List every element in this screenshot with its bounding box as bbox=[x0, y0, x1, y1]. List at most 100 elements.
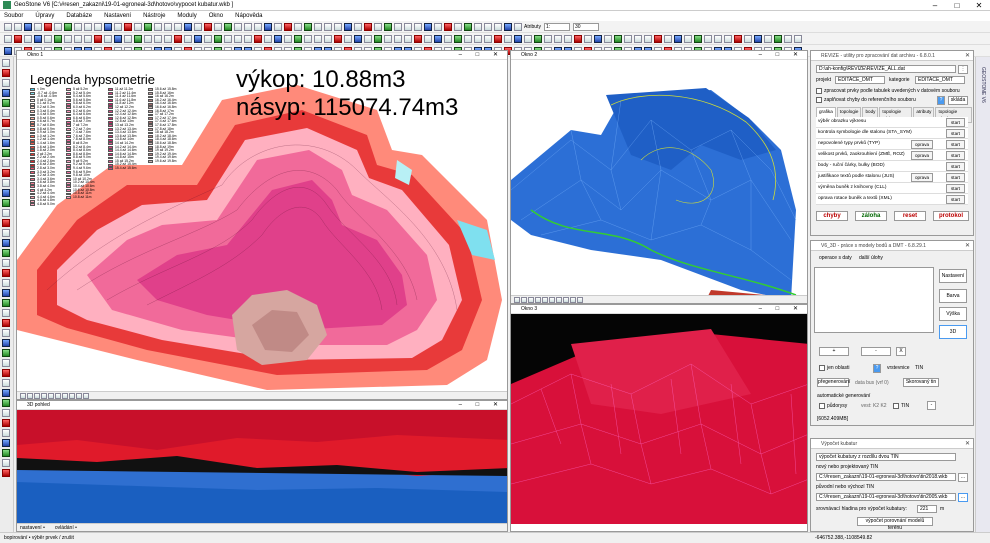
view-nav-icon[interactable] bbox=[549, 297, 555, 303]
view-nav-icon[interactable] bbox=[55, 393, 61, 399]
toolbar-tool-icon[interactable] bbox=[44, 23, 52, 31]
toolbar-tool-icon[interactable] bbox=[134, 23, 142, 31]
side-tool-icon[interactable] bbox=[2, 299, 10, 307]
toolbar-tool-icon[interactable] bbox=[24, 35, 32, 43]
toolbar-tool-icon[interactable] bbox=[4, 23, 12, 31]
view-nav-icon[interactable] bbox=[514, 297, 520, 303]
view-nav-icon[interactable] bbox=[69, 393, 75, 399]
toolbar-tool-icon[interactable] bbox=[434, 35, 442, 43]
toolbar-tool-icon[interactable] bbox=[154, 35, 162, 43]
option-1-checkbox[interactable] bbox=[816, 88, 822, 94]
toolbar-tool-icon[interactable] bbox=[504, 35, 512, 43]
side-tool-icon[interactable] bbox=[2, 149, 10, 157]
toolbar-tool-icon[interactable] bbox=[324, 35, 332, 43]
side-tool-icon[interactable] bbox=[2, 129, 10, 137]
toolbar-tool-icon[interactable] bbox=[14, 23, 22, 31]
toolbar-tool-icon[interactable] bbox=[354, 35, 362, 43]
jen-oblasti-checkbox[interactable] bbox=[819, 365, 825, 371]
old-tin-browse-button[interactable]: ... bbox=[958, 493, 968, 502]
toolbar-tool-icon[interactable] bbox=[484, 23, 492, 31]
toolbar-tool-icon[interactable] bbox=[514, 35, 522, 43]
side-tool-icon[interactable] bbox=[2, 469, 10, 477]
toolbar-tool-icon[interactable] bbox=[474, 23, 482, 31]
tab-dalsi-ulohy[interactable]: další úlohy bbox=[859, 255, 883, 261]
view-nav-icon[interactable] bbox=[20, 393, 26, 399]
toolbar-tool-icon[interactable] bbox=[794, 35, 802, 43]
toolbar-tool-icon[interactable] bbox=[304, 35, 312, 43]
side-tool-icon[interactable] bbox=[2, 69, 10, 77]
toolbar-tool-icon[interactable] bbox=[394, 23, 402, 31]
toolbar-tool-icon[interactable] bbox=[644, 35, 652, 43]
toolbar-tool-icon[interactable] bbox=[144, 23, 152, 31]
toolbar-tool-icon[interactable] bbox=[194, 23, 202, 31]
reset-button[interactable]: reset bbox=[894, 211, 926, 221]
toolbar-tool-icon[interactable] bbox=[594, 35, 602, 43]
revize-oprava-button[interactable]: oprava bbox=[911, 173, 933, 182]
view-nav-icon[interactable] bbox=[34, 393, 40, 399]
toolbar-tool-icon[interactable] bbox=[4, 35, 12, 43]
revize-start-button[interactable]: start bbox=[946, 195, 965, 204]
toolbar-tool-icon[interactable] bbox=[374, 23, 382, 31]
side-tool-icon[interactable] bbox=[2, 279, 10, 287]
toolbar-tool-icon[interactable] bbox=[364, 35, 372, 43]
toolbar-tool-icon[interactable] bbox=[414, 35, 422, 43]
old-tin-path[interactable]: C:\#resen_zakazni\19-01-egroneal-3d\hoto… bbox=[816, 493, 956, 501]
toolbar-tool-icon[interactable] bbox=[174, 35, 182, 43]
revize-start-button[interactable]: start bbox=[946, 184, 965, 193]
side-tool-icon[interactable] bbox=[2, 249, 10, 257]
menu-upravy[interactable]: Úpravy bbox=[35, 11, 54, 21]
revize-start-button[interactable]: start bbox=[946, 173, 965, 182]
new-tin-browse-button[interactable]: ... bbox=[958, 473, 968, 482]
side-tool-icon[interactable] bbox=[2, 89, 10, 97]
revize-start-button[interactable]: start bbox=[946, 151, 965, 160]
toolbar-tool-icon[interactable] bbox=[474, 35, 482, 43]
toolbar-tool-icon[interactable] bbox=[274, 23, 282, 31]
toolbar-tool-icon[interactable] bbox=[544, 35, 552, 43]
revize-oprava-button[interactable]: oprava bbox=[911, 151, 933, 160]
toolbar-tool-icon[interactable] bbox=[314, 35, 322, 43]
side-tool-icon[interactable] bbox=[2, 399, 10, 407]
side-tool-icon[interactable] bbox=[2, 319, 10, 327]
toolbar-tool-icon[interactable] bbox=[84, 35, 92, 43]
toolbar-tool-icon[interactable] bbox=[484, 35, 492, 43]
kubatury-close-icon[interactable]: ✕ bbox=[965, 439, 970, 449]
side-tool-icon[interactable] bbox=[2, 369, 10, 377]
toolbar-tool-icon[interactable] bbox=[444, 35, 452, 43]
toolbar-tool-icon[interactable] bbox=[634, 35, 642, 43]
toolbar-tool-icon[interactable] bbox=[104, 35, 112, 43]
side-tool-icon[interactable] bbox=[2, 349, 10, 357]
side-tool-icon[interactable] bbox=[2, 189, 10, 197]
side-tool-icon[interactable] bbox=[2, 389, 10, 397]
window-3d-view[interactable]: 3D pohled – □ ✕ nastavení • ovládání • bbox=[16, 400, 508, 532]
option-2-checkbox[interactable] bbox=[816, 97, 822, 103]
side-tool-icon[interactable] bbox=[2, 199, 10, 207]
toolbar-tool-icon[interactable] bbox=[524, 35, 532, 43]
skorovany-tin-button[interactable]: Skorovaný tin bbox=[903, 378, 939, 387]
toolbar-tool-icon[interactable] bbox=[184, 23, 192, 31]
toolbar-tool-icon[interactable] bbox=[124, 35, 132, 43]
toolbar-tool-icon[interactable] bbox=[774, 35, 782, 43]
toolbar-tool-icon[interactable] bbox=[454, 23, 462, 31]
toolbar-tool-icon[interactable] bbox=[364, 23, 372, 31]
toolbar-tool-icon[interactable] bbox=[234, 35, 242, 43]
tin-checkbox[interactable] bbox=[893, 403, 899, 409]
toolbar-tool-icon[interactable] bbox=[254, 23, 262, 31]
menu-soubor[interactable]: Soubor bbox=[4, 11, 23, 21]
tin-3d-red-view[interactable] bbox=[511, 314, 808, 524]
toolbar-tool-icon[interactable] bbox=[394, 35, 402, 43]
side-tool-icon[interactable] bbox=[2, 269, 10, 277]
toolbar-tool-icon[interactable] bbox=[384, 35, 392, 43]
side-tool-icon[interactable] bbox=[2, 439, 10, 447]
toolbar-tool-icon[interactable] bbox=[784, 35, 792, 43]
level-input[interactable]: 221 bbox=[917, 505, 937, 513]
menu-databaze[interactable]: Databáze bbox=[66, 11, 92, 21]
toolbar-tool-icon[interactable] bbox=[284, 23, 292, 31]
side-tab-label[interactable]: GEOSTONE V6 bbox=[980, 67, 986, 103]
side-tool-icon[interactable] bbox=[2, 159, 10, 167]
toolbar-tool-icon[interactable] bbox=[34, 35, 42, 43]
revize-start-button[interactable]: start bbox=[946, 140, 965, 149]
toolbar-tool-icon[interactable] bbox=[84, 23, 92, 31]
revize-close-icon[interactable]: ✕ bbox=[965, 51, 970, 61]
menu-napoveda[interactable]: Nápověda bbox=[235, 11, 262, 21]
toolbar-tool-icon[interactable] bbox=[464, 23, 472, 31]
